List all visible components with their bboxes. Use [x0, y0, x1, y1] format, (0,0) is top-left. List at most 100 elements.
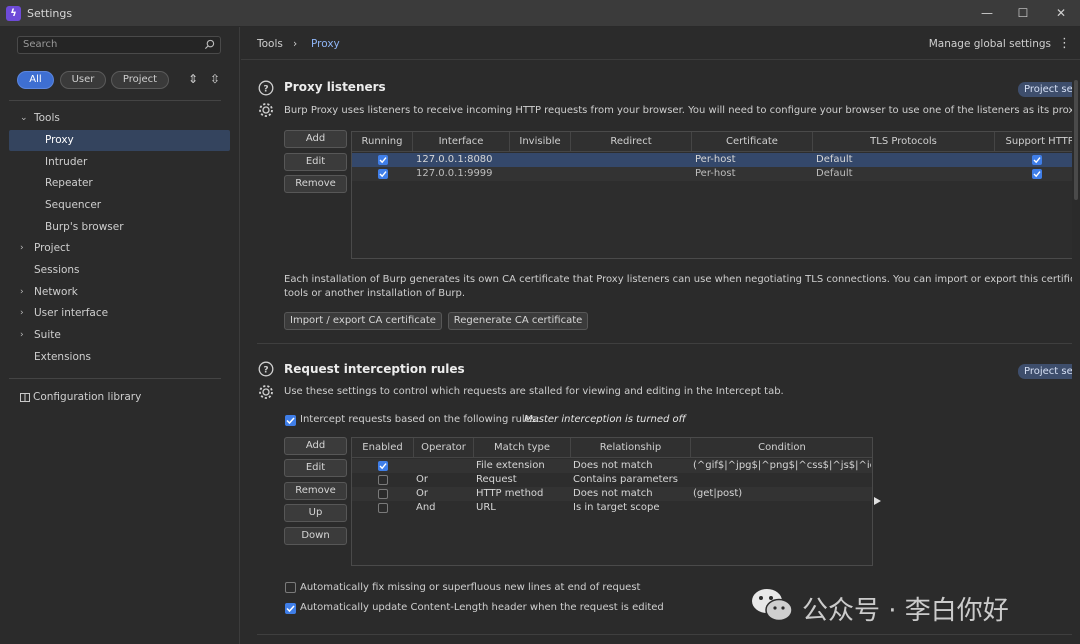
column-header-condition[interactable]: Condition	[691, 438, 872, 458]
sidebar-divider	[9, 100, 221, 101]
relationship-cell: Does not match	[573, 488, 653, 499]
scrollbar-thumb[interactable]	[1074, 80, 1078, 200]
interface-cell: 127.0.0.1:8080	[416, 154, 493, 165]
search-input[interactable]: Search	[17, 36, 221, 54]
regenerate-ca-button[interactable]: Regenerate CA certificate	[448, 312, 588, 330]
breadcrumb-proxy[interactable]: Proxy	[311, 38, 340, 50]
match-type-cell: HTTP method	[476, 488, 544, 499]
condition-cell: (get|post)	[693, 488, 743, 499]
sidebar-item-configuration-library[interactable]: Configuration library	[9, 387, 230, 408]
filter-user-button[interactable]: User	[60, 71, 106, 89]
search-placeholder: Search	[23, 39, 58, 50]
search-icon[interactable]	[204, 39, 215, 50]
sidebar-item-burps-browser[interactable]: Burp's browser	[9, 217, 230, 238]
sidebar-item-sessions[interactable]: Sessions	[9, 260, 230, 281]
enabled-checkbox[interactable]	[378, 489, 388, 499]
sidebar-item-user-interface[interactable]: › User interface	[9, 303, 230, 324]
chevron-down-icon: ⌄	[20, 113, 28, 123]
sidebar-item-proxy[interactable]: Proxy	[9, 130, 230, 151]
add-rule-button[interactable]: Add	[284, 437, 347, 455]
maximize-button[interactable]: ☐	[1014, 5, 1032, 21]
column-header-match-type[interactable]: Match type	[474, 438, 571, 458]
running-checkbox[interactable]	[378, 155, 388, 165]
gear-icon[interactable]	[258, 102, 274, 118]
table-row[interactable]: File extension Does not match (^gif$|^jp…	[352, 459, 872, 473]
breadcrumb-bar: Tools › Proxy Manage global settings ⋮	[241, 27, 1080, 60]
add-listener-button[interactable]: Add	[284, 130, 347, 148]
manage-global-settings-link[interactable]: Manage global settings	[929, 38, 1051, 50]
column-header-relationship[interactable]: Relationship	[571, 438, 691, 458]
move-down-button[interactable]: Down	[284, 527, 347, 545]
gear-icon[interactable]	[258, 384, 274, 400]
tls-cell: Default	[816, 154, 853, 165]
edit-rule-button[interactable]: Edit	[284, 459, 347, 477]
edit-listener-button[interactable]: Edit	[284, 153, 347, 171]
column-header-tls-protocols[interactable]: TLS Protocols	[813, 132, 995, 152]
sidebar-item-project[interactable]: › Project	[9, 238, 230, 259]
column-header-interface[interactable]: Interface	[413, 132, 510, 152]
watermark: 公众号 · 李白你好	[750, 582, 1070, 632]
burp-logo-icon: ϟ	[6, 6, 21, 21]
proxy-listeners-table: Running Interface Invisible Redirect Cer…	[351, 131, 1080, 259]
enabled-checkbox[interactable]	[378, 461, 388, 471]
column-header-enabled[interactable]: Enabled	[352, 438, 414, 458]
table-row[interactable]: Or Request Contains parameters	[352, 473, 872, 487]
close-button[interactable]: ✕	[1052, 5, 1070, 21]
sidebar-item-suite[interactable]: › Suite	[9, 325, 230, 346]
book-icon	[20, 393, 30, 402]
table-row[interactable]: 127.0.0.1:8080 Per-host Default	[352, 153, 1079, 167]
move-up-button[interactable]: Up	[284, 504, 347, 522]
enabled-checkbox[interactable]	[378, 475, 388, 485]
help-icon[interactable]: ?	[258, 80, 274, 96]
relationship-cell: Does not match	[573, 460, 653, 471]
remove-listener-button[interactable]: Remove	[284, 175, 347, 193]
help-icon[interactable]: ?	[258, 361, 274, 377]
settings-main-panel: Tools › Proxy Manage global settings ⋮ ?…	[241, 27, 1080, 644]
column-header-running[interactable]: Running	[352, 132, 413, 152]
column-header-certificate[interactable]: Certificate	[692, 132, 813, 152]
update-content-length-checkbox[interactable]	[285, 603, 296, 614]
http2-checkbox[interactable]	[1032, 155, 1042, 165]
table-row[interactable]: And URL Is in target scope	[352, 501, 872, 515]
match-type-cell: URL	[476, 502, 496, 513]
breadcrumb-tools[interactable]: Tools	[257, 38, 283, 50]
collapse-all-icon[interactable]: ⇳	[208, 71, 222, 87]
table-row[interactable]: 127.0.0.1:9999 Per-host Default	[352, 167, 1079, 181]
relationship-cell: Is in target scope	[573, 502, 660, 513]
column-header-invisible[interactable]: Invisible	[510, 132, 571, 152]
column-header-support-http2[interactable]: Support HTTP/2	[995, 132, 1079, 152]
window-title: Settings	[27, 7, 73, 20]
sidebar-item-sequencer[interactable]: Sequencer	[9, 195, 230, 216]
expand-arrow-icon[interactable]	[874, 497, 881, 505]
intercept-rules-checkbox[interactable]	[285, 415, 296, 426]
section-divider	[257, 343, 1072, 344]
fix-newlines-checkbox[interactable]	[285, 582, 296, 593]
ca-certificate-description-2: tools or another installation of Burp.	[284, 288, 466, 299]
expand-all-icon[interactable]: ⇕	[186, 71, 200, 87]
running-checkbox[interactable]	[378, 169, 388, 179]
http2-checkbox[interactable]	[1032, 169, 1042, 179]
project-setting-badge: Project setting	[1018, 82, 1078, 97]
more-menu-icon[interactable]: ⋮	[1058, 36, 1071, 51]
chevron-right-icon: ›	[20, 308, 24, 318]
column-header-operator[interactable]: Operator	[414, 438, 474, 458]
sidebar-item-repeater[interactable]: Repeater	[9, 173, 230, 194]
enabled-checkbox[interactable]	[378, 503, 388, 513]
operator-cell: Or	[416, 474, 428, 485]
remove-rule-button[interactable]: Remove	[284, 482, 347, 500]
sidebar-item-network[interactable]: › Network	[9, 282, 230, 303]
sidebar-item-extensions[interactable]: Extensions	[9, 347, 230, 368]
sidebar-item-intruder[interactable]: Intruder	[9, 152, 230, 173]
vertical-scrollbar[interactable]	[1072, 60, 1080, 644]
master-interception-status: Master interception is turned off	[524, 414, 686, 425]
filter-all-button[interactable]: All	[17, 71, 54, 89]
table-row[interactable]: Or HTTP method Does not match (get|post)	[352, 487, 872, 501]
sidebar-item-tools[interactable]: ⌄ Tools	[9, 108, 230, 129]
breadcrumb-separator: ›	[293, 38, 298, 50]
minimize-button[interactable]: —	[978, 5, 996, 21]
svg-text:?: ?	[263, 366, 268, 376]
filter-project-button[interactable]: Project	[111, 71, 169, 89]
fix-newlines-label: Automatically fix missing or superfluous…	[300, 582, 641, 593]
import-export-ca-button[interactable]: Import / export CA certificate	[284, 312, 442, 330]
column-header-redirect[interactable]: Redirect	[571, 132, 692, 152]
